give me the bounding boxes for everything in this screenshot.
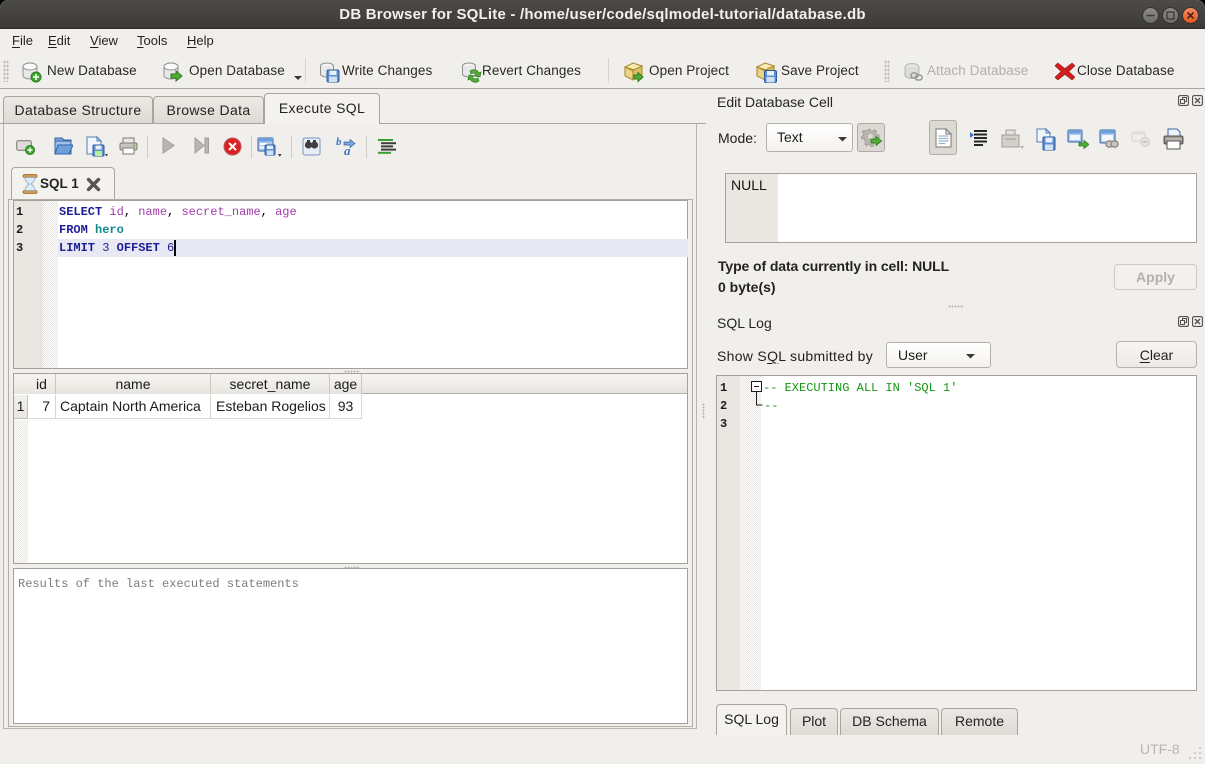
svg-text:a: a	[344, 143, 351, 156]
svg-text:b: b	[336, 136, 342, 148]
